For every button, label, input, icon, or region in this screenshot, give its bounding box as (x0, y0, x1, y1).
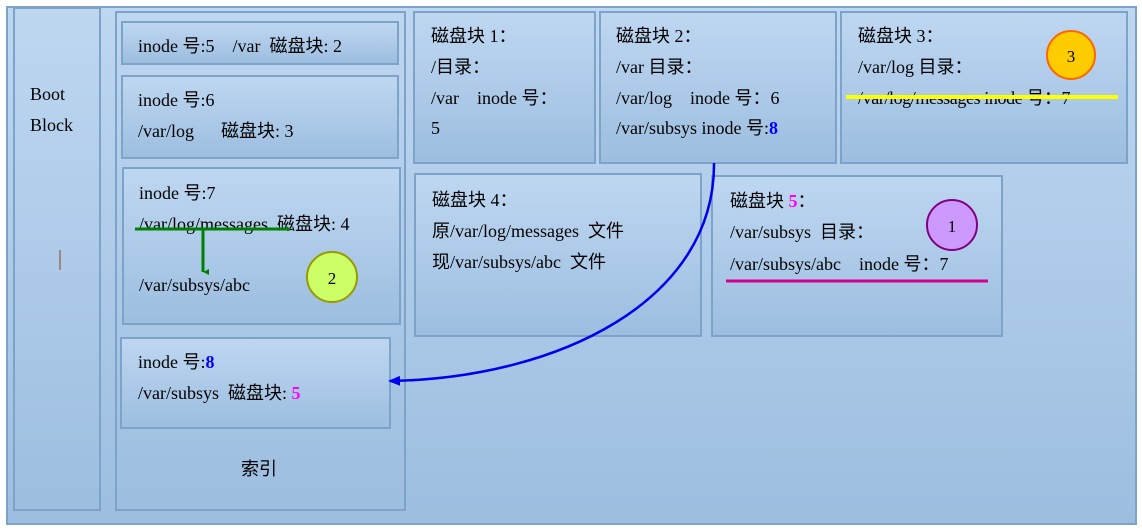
svg-text:1: 1 (948, 217, 957, 236)
svg-text:2: 2 (328, 269, 337, 288)
marker-1: 1 (926, 199, 978, 251)
annotations-layer: 1 2 3 (59, 30, 1118, 386)
svg-text:3: 3 (1067, 47, 1076, 66)
marker-2: 2 (306, 251, 358, 303)
marker-3: 3 (1046, 30, 1096, 80)
blue-curved-arrow (388, 162, 716, 386)
